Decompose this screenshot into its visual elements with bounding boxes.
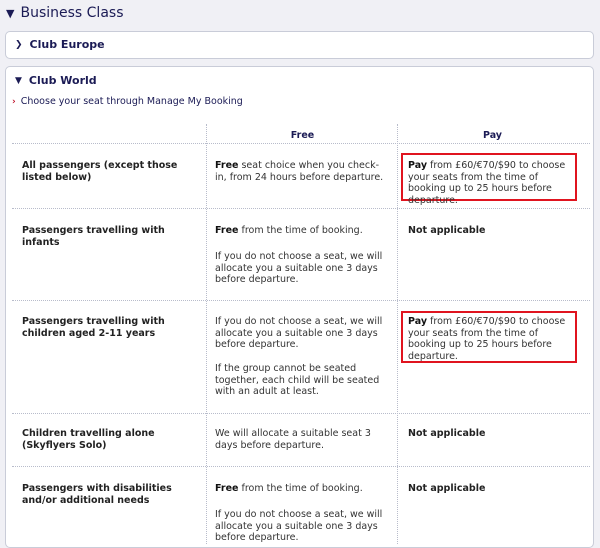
free-cell: If you do not choose a seat, we will all… [215,316,383,350]
pay-text: from £60/€70/$90 to choose your seats fr… [408,160,566,206]
free-cell-note: If the group cannot be seated together, … [215,363,380,397]
pay-cell: Not applicable [408,225,486,236]
club-world-toggle[interactable]: ▼ Club World [6,67,593,94]
club-world-label: Club World [28,74,97,87]
row-category: Passengers travelling with infants [22,225,165,248]
chevron-down-icon: ▼ [15,75,22,86]
col-divider [397,124,398,544]
free-label: Free [215,160,239,171]
row-category: All passengers (except those listed belo… [22,160,178,183]
row-category: Children travelling alone (Skyflyers Sol… [22,428,155,451]
free-text: from the time of booking. [238,225,363,236]
pay-cell: Not applicable [408,483,486,494]
club-europe-label: Club Europe [29,38,105,51]
pay-text: from £60/€70/$90 to choose your seats fr… [408,316,566,362]
pay-label: Pay [408,160,428,171]
free-label: Free [215,483,239,494]
row-divider [12,208,590,209]
row-divider [12,466,590,467]
pay-cell: Pay from £60/€70/$90 to choose your seat… [408,316,576,362]
free-cell-note: If you do not choose a seat, we will all… [215,251,383,285]
pay-cell: Pay from £60/€70/$90 to choose your seat… [408,160,576,206]
col-divider [206,124,207,544]
row-divider [12,413,590,414]
col-header-pay: Pay [482,130,503,141]
col-header-free: Free [290,130,315,141]
manage-booking-link-text[interactable]: Choose your seat through Manage My Booki… [21,96,243,107]
free-text: from the time of booking. [238,483,363,494]
free-cell-note: If you do not choose a seat, we will all… [215,509,383,543]
free-cell: We will allocate a suitable seat 3 days … [215,428,371,451]
row-divider [12,300,590,301]
free-cell: Free from the time of booking. [215,225,385,237]
chevron-down-icon: ▼ [6,6,15,20]
row-category: Passengers with disabilities and/or addi… [22,483,172,506]
row-category: Passengers travelling with children aged… [22,316,165,339]
chevron-right-icon: › [12,96,16,107]
business-class-header[interactable]: ▼ Business Class [6,2,124,24]
section-title: Business Class [20,5,124,21]
free-cell: Free seat choice when you check-in, from… [215,160,385,183]
chevron-right-icon: ❯ [15,39,23,50]
manage-booking-link[interactable]: › Choose your seat through Manage My Boo… [12,96,243,107]
free-cell: Free from the time of booking. [215,483,385,495]
free-text: seat choice when you check-in, from 24 h… [215,160,384,183]
free-label: Free [215,225,239,236]
club-europe-panel[interactable]: ❯ Club Europe [5,31,594,59]
pay-label: Pay [408,316,428,327]
row-divider [12,143,590,144]
pay-cell: Not applicable [408,428,486,439]
